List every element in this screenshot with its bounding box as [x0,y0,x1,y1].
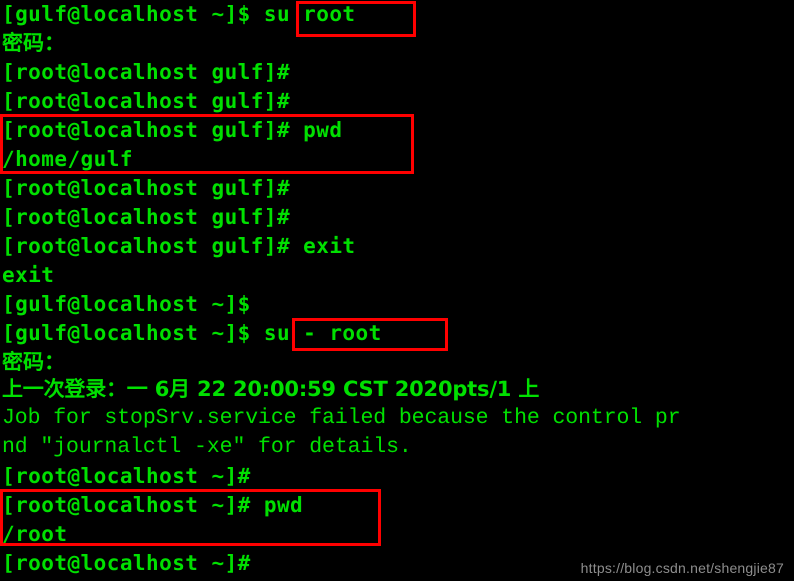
terminal-line: [gulf@localhost ~]$ [2,292,251,316]
terminal-line: exit [2,263,55,287]
terminal-line: [root@localhost gulf]# [2,205,291,229]
terminal-line: [root@localhost ~]# [2,464,251,488]
terminal-line: /root [2,522,68,546]
terminal-line: [root@localhost gulf]# [2,176,291,200]
terminal-line: 密码： [2,31,65,55]
terminal-line-error: nd "journalctl -xe" for details. [2,435,412,459]
terminal-line: [root@localhost ~]# pwd [2,493,304,517]
terminal-screen[interactable]: [gulf@localhost ~]$ su root 密码： [root@lo… [0,0,794,581]
terminal-window[interactable]: [gulf@localhost ~]$ su root 密码： [root@lo… [0,0,794,581]
terminal-line: [gulf@localhost ~]$ su - root [2,321,382,345]
terminal-line: [root@localhost ~]# [2,551,251,575]
terminal-line-last-login: 上一次登录：一 6月 22 20:00:59 CST 2020pts/1 上 [2,377,540,401]
terminal-line: [root@localhost gulf]# exit [2,234,356,258]
terminal-line: [root@localhost gulf]# [2,89,291,113]
terminal-line-error: Job for stopSrv.service failed because t… [2,406,681,430]
terminal-line: 密码： [2,350,65,374]
terminal-line: [gulf@localhost ~]$ su root [2,2,356,26]
terminal-line: [root@localhost gulf]# pwd [2,118,343,142]
terminal-line: /home/gulf [2,147,133,171]
watermark-text: https://blog.csdn.net/shengjie87 [580,560,784,576]
terminal-line: [root@localhost gulf]# [2,60,291,84]
